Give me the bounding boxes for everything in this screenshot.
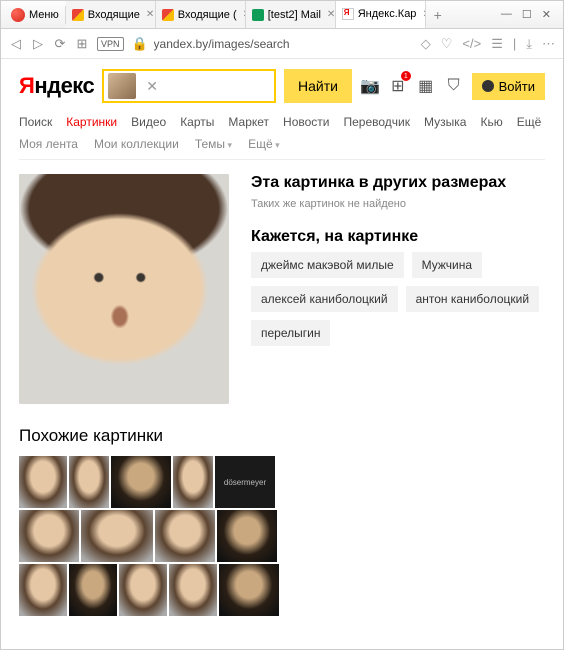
similar-image[interactable] [111,456,171,508]
maximize-button[interactable]: ☐ [522,8,532,21]
window-controls: — ☐ ✕ [493,8,559,21]
similar-image[interactable] [217,510,277,562]
yandex-header: Яндекс ✕ Найти 📷 ⊞1 ▦ ⛉ Войти [19,69,545,103]
tab-sheets[interactable]: [test2] Mail ✕ [246,1,336,28]
nav-q[interactable]: Кью [480,115,502,129]
tab-gmail-2[interactable]: Входящие ( ✕ [156,1,246,28]
minimize-button[interactable]: — [501,8,512,21]
speed-dial-button[interactable]: ⊞ [75,36,89,52]
nav-video[interactable]: Видео [131,115,166,129]
looks-like-title: Кажется, на картинке [251,228,545,246]
gmail-icon [72,9,84,21]
heart-icon[interactable]: ♡ [441,36,453,52]
subnav-feed[interactable]: Моя лента [19,137,78,151]
nav-translate[interactable]: Переводчик [343,115,410,129]
login-button[interactable]: Войти [472,73,545,100]
page-content: Яндекс ✕ Найти 📷 ⊞1 ▦ ⛉ Войти Поиск Карт… [1,59,563,649]
opera-menu-label: Меню [29,9,59,21]
bookmark-icon[interactable]: ◇ [421,36,431,52]
nav-search[interactable]: Поиск [19,115,52,129]
result-main-row: Эта картинка в других размерах Таких же … [19,174,545,404]
similar-image[interactable] [119,564,167,616]
search-button[interactable]: Найти [284,69,352,103]
shield-icon[interactable]: ⛉ [444,74,464,98]
similar-image[interactable] [19,564,67,616]
tag[interactable]: антон каниболоцкий [406,286,539,312]
easy-setup-icon[interactable]: ☰ [491,36,503,52]
similar-image[interactable] [81,510,153,562]
similar-image[interactable] [173,456,213,508]
window-close-button[interactable]: ✕ [542,8,551,21]
close-icon[interactable]: ✕ [327,9,335,20]
yandex-logo[interactable]: Яндекс [19,73,94,99]
similar-image[interactable] [69,564,117,616]
tag[interactable]: джеймс макэвой милые [251,252,404,278]
nav-news[interactable]: Новости [283,115,329,129]
tab-strip: Входящие ✕ Входящие ( ✕ [test2] Mail ✕ Я… [66,1,493,28]
downloads-icon[interactable]: ⤓ [526,36,532,52]
similar-image[interactable] [169,564,217,616]
nav-music[interactable]: Музыка [424,115,466,129]
sheets-icon [252,9,264,21]
lock-icon: 🔒 [132,36,146,52]
nav-more[interactable]: Ещё [517,115,542,129]
result-side-column: Эта картинка в других размерах Таких же … [251,174,545,404]
nav-maps[interactable]: Карты [180,115,214,129]
subnav-more[interactable]: Ещё [248,137,280,151]
similar-image[interactable] [219,564,279,616]
tab-label: Яндекс.Кар [358,8,417,20]
tag[interactable]: Мужчина [412,252,482,278]
devtools-icon[interactable]: </> [462,36,481,52]
nav-market[interactable]: Маркет [228,115,269,129]
more-icon[interactable]: ⋯ [542,36,555,52]
other-sizes-title: Эта картинка в других размерах [251,174,545,192]
similar-image[interactable] [69,456,109,508]
services-icon[interactable]: ▦ [416,74,436,98]
yandex-icon [342,8,354,20]
suggestion-tags: джеймс макэвой милые Мужчина алексей кан… [251,252,545,346]
url-text[interactable]: yandex.by/images/search [154,37,413,51]
nav-images[interactable]: Картинки [66,115,117,129]
notification-badge: 1 [401,71,411,81]
similar-images-title: Похожие картинки [19,426,545,446]
search-image-thumbnail[interactable] [108,73,136,99]
subnav-collections[interactable]: Мои коллекции [94,137,179,151]
apps-icon[interactable]: ⊞1 [388,74,408,98]
tab-label: Входящие [88,9,140,21]
similar-image[interactable] [19,510,79,562]
camera-icon[interactable]: 📷 [360,74,380,98]
other-sizes-subtitle: Таких же картинок не найдено [251,198,545,210]
address-bar-icons: ◇ ♡ </> ☰ | ⤓ ⋯ [421,36,555,52]
forward-button[interactable]: ▷ [31,36,45,52]
similar-image[interactable]: dösermeyer [215,456,275,508]
tab-yandex-images[interactable]: Яндекс.Кар ✕ [336,1,426,28]
tab-label: Входящие ( [178,9,237,21]
close-icon[interactable]: ✕ [146,9,154,20]
browser-titlebar: Меню Входящие ✕ Входящие ( ✕ [test2] Mai… [1,1,563,29]
tag[interactable]: перелыгин [251,320,330,346]
opera-menu-button[interactable]: Меню [5,6,66,24]
clear-image-button[interactable]: ✕ [140,78,164,95]
subnav-themes[interactable]: Темы [195,137,232,151]
images-sub-nav: Моя лента Мои коллекции Темы Ещё [19,137,545,160]
similar-images-grid: dösermeyer [19,456,279,616]
tag[interactable]: алексей каниболоцкий [251,286,398,312]
search-box: ✕ [102,69,276,103]
vpn-badge[interactable]: VPN [97,37,124,51]
similar-image[interactable] [19,456,67,508]
separator: | [513,36,516,52]
gmail-icon [162,9,174,21]
similar-image[interactable] [155,510,215,562]
address-bar: ◁ ▷ ⟳ ⊞ VPN 🔒 yandex.by/images/search ◇ … [1,29,563,59]
new-tab-button[interactable]: + [426,1,450,28]
tab-gmail-1[interactable]: Входящие ✕ [66,1,156,28]
search-input[interactable] [164,71,274,101]
services-nav: Поиск Картинки Видео Карты Маркет Новост… [19,115,545,129]
opera-icon [11,8,25,22]
reload-button[interactable]: ⟳ [53,36,67,52]
tab-label: [test2] Mail [268,9,321,21]
query-image[interactable] [19,174,229,404]
back-button[interactable]: ◁ [9,36,23,52]
